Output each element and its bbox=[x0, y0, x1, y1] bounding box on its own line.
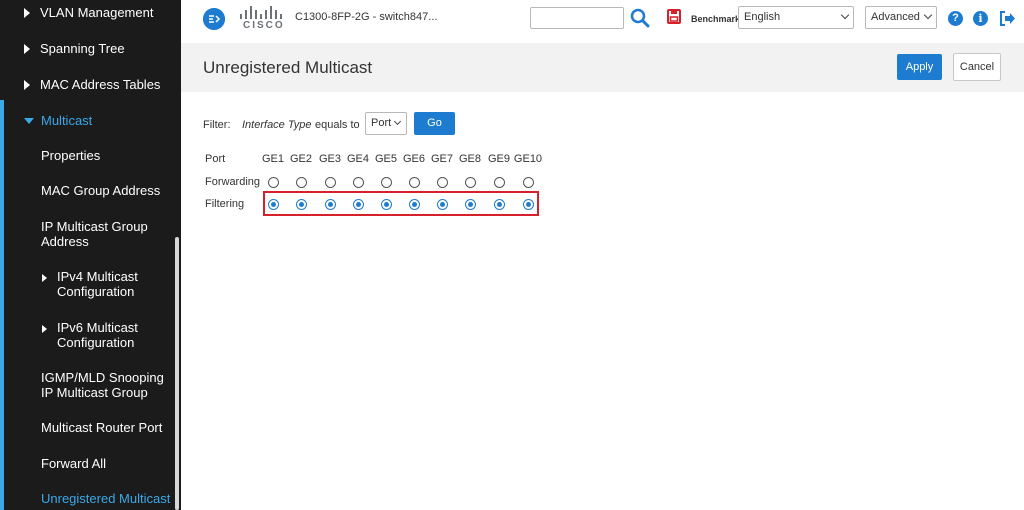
sidebar-item-mac-address-tables[interactable]: MAC Address Tables bbox=[24, 77, 160, 92]
caret-right-icon bbox=[42, 274, 47, 282]
filter-operator-label: equals to bbox=[315, 119, 360, 131]
cisco-logo-bars bbox=[240, 6, 286, 19]
filter-field-label: Interface Type bbox=[242, 119, 312, 131]
chevron-down-icon bbox=[923, 10, 933, 20]
port-column-header: GE2 bbox=[289, 153, 312, 165]
filtering-row-label: Filtering bbox=[205, 198, 245, 210]
sidebar-item-label: Multicast bbox=[41, 113, 93, 128]
sidebar-nav: VLAN Management Spanning Tree MAC Addres… bbox=[0, 0, 181, 510]
sidebar-item-multicast[interactable]: Multicast bbox=[24, 113, 92, 128]
interface-type-select[interactable]: Port bbox=[365, 112, 407, 135]
language-select[interactable]: English bbox=[738, 6, 854, 29]
filter-label: Filter: bbox=[203, 119, 231, 131]
forwarding-radio[interactable] bbox=[380, 176, 392, 188]
mode-select[interactable]: Advanced bbox=[865, 6, 937, 29]
forwarding-radio[interactable] bbox=[352, 176, 364, 188]
sidebar-item-forward-all[interactable]: Forward All bbox=[41, 456, 171, 471]
search-input[interactable] bbox=[530, 7, 624, 29]
port-column-header: GE5 bbox=[374, 153, 397, 165]
sidebar-item-properties[interactable]: Properties bbox=[41, 148, 171, 163]
forwarding-radio[interactable] bbox=[436, 176, 448, 188]
forwarding-radio[interactable] bbox=[408, 176, 420, 188]
port-column-header: GE4 bbox=[346, 153, 369, 165]
logout-icon[interactable] bbox=[999, 11, 1016, 26]
chevron-down-icon bbox=[840, 10, 850, 20]
port-column-header: GE9 bbox=[487, 153, 510, 165]
port-column-header: GE3 bbox=[318, 153, 341, 165]
sidebar-item-ip-multicast-group-address[interactable]: IP Multicast Group Address bbox=[41, 219, 171, 249]
sidebar-item-label: IPv4 Multicast Configuration bbox=[57, 269, 138, 299]
language-select-value: English bbox=[744, 11, 781, 23]
sidebar-item-label: MAC Address Tables bbox=[40, 77, 161, 92]
forwarding-radio[interactable] bbox=[493, 176, 505, 188]
sidebar-item-label: IPv6 Multicast Configuration bbox=[57, 320, 138, 350]
benchmark-link[interactable]: Benchmark bbox=[691, 14, 740, 24]
top-header: CISCO C1300-8FP-2G - switch847... Benchm… bbox=[181, 0, 1024, 43]
sidebar-item-label: VLAN Management bbox=[40, 5, 154, 20]
forwarding-radio[interactable] bbox=[267, 176, 279, 188]
forwarding-row-label: Forwarding bbox=[205, 176, 261, 188]
caret-right-icon bbox=[24, 44, 30, 54]
highlight-box bbox=[263, 191, 539, 216]
sidebar-item-mac-group-address[interactable]: MAC Group Address bbox=[41, 183, 171, 198]
port-column-header: GE1 bbox=[261, 153, 284, 165]
sidebar-item-igmp-mld-snooping[interactable]: IGMP/MLD Snooping IP Multicast Group bbox=[41, 370, 171, 400]
forwarding-radio[interactable] bbox=[522, 176, 534, 188]
sidebar-item-vlan-management[interactable]: VLAN Management bbox=[24, 5, 153, 20]
apply-button[interactable]: Apply bbox=[897, 54, 942, 80]
help-icon[interactable]: ? bbox=[948, 11, 963, 26]
caret-right-icon bbox=[24, 8, 30, 18]
forwarding-radio[interactable] bbox=[324, 176, 336, 188]
menu-toggle-icon[interactable] bbox=[203, 8, 225, 30]
forwarding-radio[interactable] bbox=[464, 176, 476, 188]
cisco-logo: CISCO bbox=[238, 6, 286, 34]
cancel-button[interactable]: Cancel bbox=[953, 53, 1001, 81]
caret-right-icon bbox=[24, 80, 30, 90]
port-row-label: Port bbox=[205, 153, 226, 165]
sidebar-item-multicast-router-port[interactable]: Multicast Router Port bbox=[41, 420, 171, 435]
port-column-header: GE6 bbox=[402, 153, 425, 165]
sidebar-scrollbar[interactable] bbox=[175, 237, 179, 510]
sidebar-item-spanning-tree[interactable]: Spanning Tree bbox=[24, 41, 125, 56]
page-title-bar: Unregistered Multicast Apply Cancel bbox=[181, 43, 1024, 92]
port-column-header: GE8 bbox=[458, 153, 481, 165]
go-button[interactable]: Go bbox=[414, 112, 455, 135]
forwarding-radio[interactable] bbox=[295, 176, 307, 188]
search-icon[interactable] bbox=[630, 8, 650, 28]
caret-right-icon bbox=[42, 325, 47, 333]
page-title: Unregistered Multicast bbox=[203, 58, 373, 77]
info-icon[interactable]: i bbox=[973, 11, 988, 26]
sidebar-item-unregistered-multicast[interactable]: Unregistered Multicast bbox=[41, 491, 171, 506]
mode-select-value: Advanced bbox=[871, 11, 920, 23]
caret-down-icon bbox=[24, 118, 34, 124]
interface-type-value: Port bbox=[371, 117, 392, 129]
sidebar-item-ipv4-multicast-configuration[interactable]: IPv4 Multicast Configuration bbox=[42, 269, 172, 299]
save-icon[interactable] bbox=[667, 9, 681, 24]
sidebar-section-accent bbox=[0, 100, 4, 510]
sidebar-item-ipv6-multicast-configuration[interactable]: IPv6 Multicast Configuration bbox=[42, 320, 172, 350]
chevron-down-icon bbox=[393, 117, 402, 126]
port-column-header: GE10 bbox=[513, 153, 543, 165]
port-column-header: GE7 bbox=[430, 153, 453, 165]
sidebar-item-label: Spanning Tree bbox=[40, 41, 125, 56]
device-name: C1300-8FP-2G - switch847... bbox=[295, 11, 438, 23]
cisco-logo-text: CISCO bbox=[243, 20, 285, 31]
